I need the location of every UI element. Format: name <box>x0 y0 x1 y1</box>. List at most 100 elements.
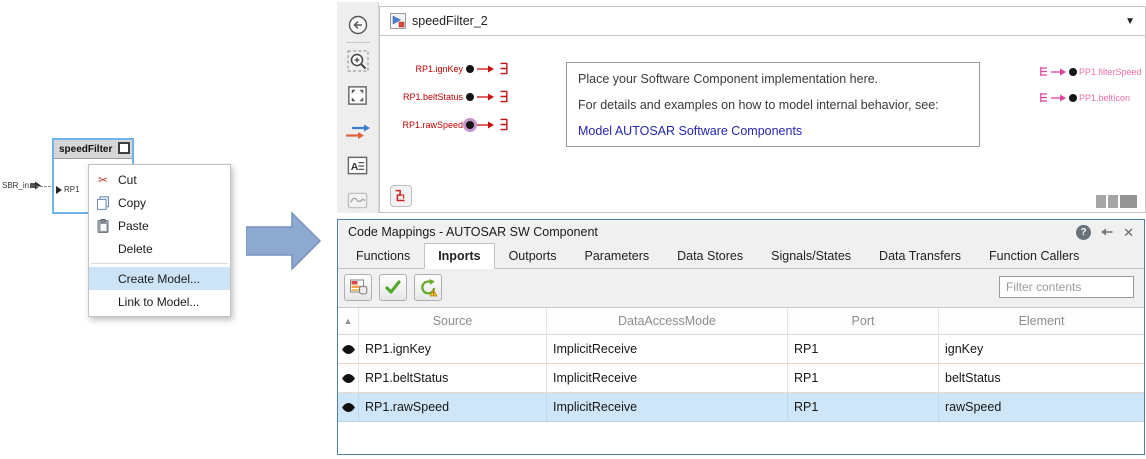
inport-eye-icon <box>342 403 355 412</box>
menu-item-link-to-model[interactable]: Link to Model... <box>89 290 230 313</box>
panel-bar-icon[interactable] <box>1120 195 1137 208</box>
signal-routing-button[interactable] <box>344 119 372 144</box>
menu-item-label: Cut <box>118 173 137 187</box>
inport-label: RP1.rawSpeed <box>402 120 463 130</box>
menu-item-delete[interactable]: Delete <box>89 237 230 260</box>
code-mappings-title: Code Mappings - AUTOSAR SW Component <box>348 225 598 239</box>
menu-item-label: Paste <box>118 219 149 233</box>
signal-dot-icon <box>1069 68 1077 76</box>
tab-signals-states[interactable]: Signals/States <box>757 244 865 268</box>
model-file-icon <box>390 13 406 29</box>
documentation-link[interactable]: Model AUTOSAR Software Components <box>578 124 968 138</box>
dock-icon[interactable] <box>1100 226 1114 238</box>
inport-ignkey[interactable]: RP1.ignKey <box>380 62 508 75</box>
cell-source: RP1.ignKey <box>359 335 547 363</box>
model-canvas[interactable]: RP1.ignKey RP1.beltStatus <box>379 36 1146 213</box>
menu-item-copy[interactable]: Copy <box>89 191 230 214</box>
zoom-magnifier-icon <box>346 49 370 73</box>
table-row-selected[interactable]: RP1.rawSpeed ImplicitReceive RP1 rawSpee… <box>338 393 1144 422</box>
back-button[interactable] <box>344 12 372 37</box>
menu-item-cut[interactable]: ✂ Cut <box>89 168 230 191</box>
cell-mode: ImplicitReceive <box>547 364 788 392</box>
signal-dot-icon <box>466 93 474 101</box>
update-code-mappings-button[interactable]: ! <box>414 274 442 301</box>
annotation-button[interactable]: A <box>344 153 372 178</box>
inport-beltstatus[interactable]: RP1.beltStatus <box>380 90 508 103</box>
outport-label: PP1.beltIcon <box>1079 93 1130 103</box>
app-root: speedFilter RP1 SBR_in ✂ Cut Copy <box>0 0 1146 459</box>
tab-function-callers[interactable]: Function Callers <box>975 244 1093 268</box>
inport-label: RP1.beltStatus <box>403 92 463 102</box>
menu-item-create-model[interactable]: Create Model... <box>89 267 230 290</box>
panel-bar-icon[interactable] <box>1108 195 1118 208</box>
tab-data-transfers[interactable]: Data Transfers <box>865 244 975 268</box>
tab-outports[interactable]: Outports <box>495 244 571 268</box>
signal-arrow-icon <box>477 92 495 102</box>
minimized-panel-bars[interactable] <box>1096 195 1137 208</box>
signal-arrow-icon <box>477 120 495 130</box>
annotation-icon: A <box>346 154 369 177</box>
image-preview-button[interactable] <box>344 188 372 213</box>
sample-time-legend-button[interactable] <box>390 185 412 207</box>
tab-inports[interactable]: Inports <box>424 243 494 269</box>
zoom-fit-button[interactable] <box>344 48 372 73</box>
column-header-dataaccessmode: DataAccessMode <box>547 308 788 334</box>
outport-filterspeed[interactable]: PP1.filterSpeed <box>1040 65 1142 78</box>
inport-rawspeed[interactable]: RP1.rawSpeed <box>380 118 508 131</box>
external-signal-label: SBR_in <box>2 181 29 190</box>
svg-text:!: ! <box>432 291 434 297</box>
table-row[interactable]: RP1.ignKey ImplicitReceive RP1 ignKey <box>338 335 1144 364</box>
breadcrumb-dropdown-icon[interactable]: ▼ <box>1125 16 1135 27</box>
panel-bar-icon[interactable] <box>1096 195 1106 208</box>
breadcrumb-model-name: speedFilter_2 <box>412 14 488 28</box>
filter-contents-input[interactable] <box>999 276 1134 298</box>
tab-functions[interactable]: Functions <box>342 244 424 268</box>
cell-element: ignKey <box>939 335 1144 363</box>
code-mappings-titlebar: Code Mappings - AUTOSAR SW Component ? ✕ <box>338 220 1144 244</box>
back-arrow-icon <box>347 14 369 36</box>
signal-dot-highlighted-icon <box>466 121 474 129</box>
cell-element: beltStatus <box>939 364 1144 392</box>
inport-label: RP1.ignKey <box>415 64 463 74</box>
wave-preview-icon <box>346 189 369 212</box>
outport-belticon[interactable]: PP1.beltIcon <box>1040 91 1130 104</box>
block-inport[interactable]: RP1 <box>56 185 80 194</box>
receiver-port-icon <box>498 62 508 75</box>
signal-arrow-icon <box>477 64 495 74</box>
workflow-arrow-icon <box>246 211 322 271</box>
editor-palette: A <box>337 2 379 213</box>
code-mappings-tabs: Functions Inports Outports Parameters Da… <box>338 244 1144 269</box>
table-header-row: ▲ Source DataAccessMode Port Element <box>338 308 1144 335</box>
tab-parameters[interactable]: Parameters <box>571 244 664 268</box>
annotation-line: Place your Software Component implementa… <box>578 72 968 86</box>
inport-eye-icon <box>342 374 355 383</box>
cell-port: RP1 <box>788 393 939 421</box>
code-mappings-toolbar: ! <box>338 269 1144 305</box>
column-header-port: Port <box>788 308 939 334</box>
menu-item-label: Copy <box>118 196 146 210</box>
signal-dashed-connector <box>36 186 51 187</box>
cell-mode: ImplicitReceive <box>547 393 788 421</box>
signal-dot-icon <box>1069 94 1077 102</box>
signal-dot-icon <box>466 65 474 73</box>
tab-data-stores[interactable]: Data Stores <box>663 244 757 268</box>
cell-source: RP1.rawSpeed <box>359 393 547 421</box>
fit-to-view-button[interactable] <box>344 83 372 108</box>
code-mappings-panel: Code Mappings - AUTOSAR SW Component ? ✕… <box>337 219 1145 455</box>
mapping-editor-button[interactable] <box>344 274 372 301</box>
close-icon[interactable]: ✕ <box>1123 226 1134 239</box>
svg-text:A: A <box>351 161 359 173</box>
cell-mode: ImplicitReceive <box>547 335 788 363</box>
help-icon[interactable]: ? <box>1076 225 1091 240</box>
cell-port: RP1 <box>788 364 939 392</box>
table-row[interactable]: RP1.beltStatus ImplicitReceive RP1 beltS… <box>338 364 1144 393</box>
block-corner-checkbox[interactable] <box>118 142 130 154</box>
annotation-box: Place your Software Component implementa… <box>566 62 980 147</box>
green-check-icon <box>384 278 402 296</box>
block-inport-label: RP1 <box>64 185 80 194</box>
validate-button[interactable] <box>379 274 407 301</box>
menu-item-paste[interactable]: Paste <box>89 214 230 237</box>
receiver-port-icon <box>498 118 508 131</box>
breadcrumb[interactable]: speedFilter_2 ▼ <box>379 6 1146 36</box>
collapse-caret-icon[interactable]: ▲ <box>344 316 353 326</box>
